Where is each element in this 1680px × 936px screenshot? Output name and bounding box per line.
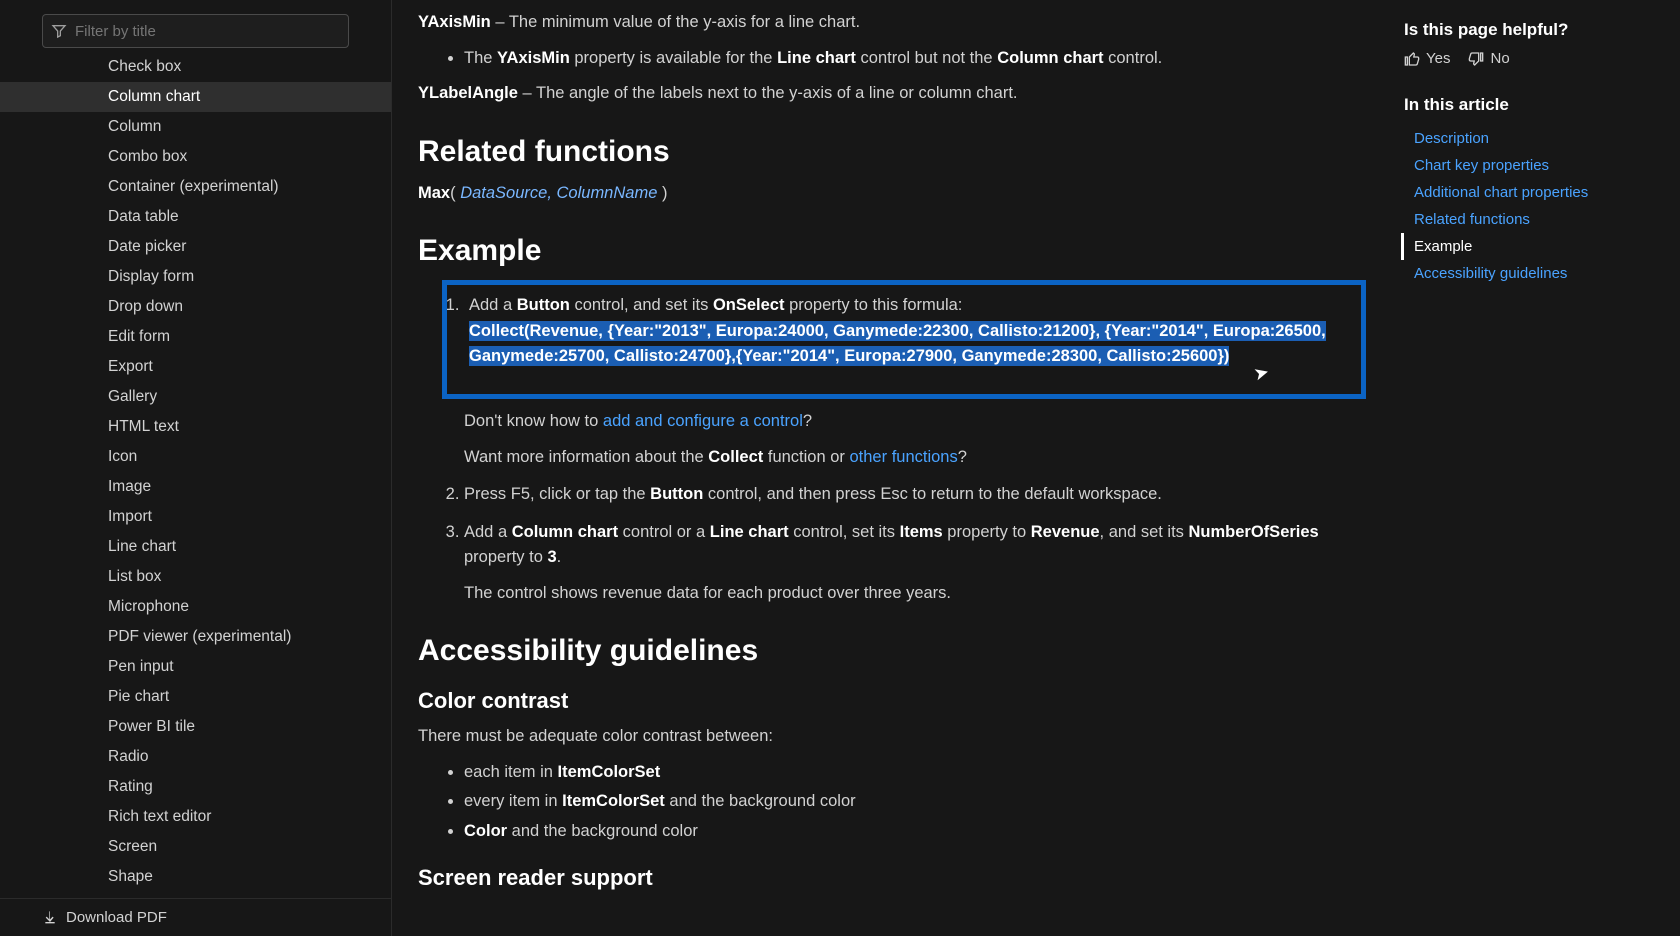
nav-item[interactable]: Gallery <box>0 382 391 412</box>
nav-item[interactable]: Check box <box>0 58 391 82</box>
toc-list: DescriptionChart key propertiesAdditiona… <box>1404 125 1644 287</box>
max-function-link-line: Max( DataSource, ColumnName ) <box>418 181 1366 207</box>
filter-container <box>0 14 391 58</box>
nav-item[interactable]: Radio <box>0 742 391 772</box>
nav-item[interactable]: Shape <box>0 862 391 892</box>
nav-item[interactable]: Rich text editor <box>0 802 391 832</box>
filter-input[interactable] <box>75 23 340 40</box>
nav-item[interactable]: Screen <box>0 832 391 862</box>
nav-item[interactable]: Pie chart <box>0 682 391 712</box>
right-rail: Is this page helpful? Yes No In this art… <box>1392 0 1680 936</box>
color-contrast-list: each item in ItemColorSet every item in … <box>418 760 1366 845</box>
toc-item[interactable]: Related functions <box>1404 206 1644 233</box>
toc-item[interactable]: Description <box>1404 125 1644 152</box>
nav-item[interactable]: Combo box <box>0 142 391 172</box>
nav-list[interactable]: Check boxColumn chartColumnCombo boxCont… <box>0 58 391 898</box>
heading-accessibility: Accessibility guidelines <box>418 634 1366 668</box>
example-steps: Add a Button control, and set its OnSele… <box>418 280 1366 606</box>
nav-item[interactable]: Line chart <box>0 532 391 562</box>
thumbs-up-icon <box>1404 51 1420 67</box>
toc-item[interactable]: Example <box>1401 233 1644 260</box>
toc-item[interactable]: Additional chart properties <box>1404 179 1644 206</box>
items-link[interactable]: Items <box>900 523 943 541</box>
cursor-icon: ➤ <box>1251 359 1273 390</box>
nav-item[interactable]: Export <box>0 352 391 382</box>
nav-item[interactable]: List box <box>0 562 391 592</box>
toc-item[interactable]: Accessibility guidelines <box>1404 260 1644 287</box>
example-step-1: Add a Button control, and set its OnSele… <box>464 280 1366 470</box>
nav-item[interactable]: Pen input <box>0 652 391 682</box>
yaxismin-paragraph: YAxisMin – The minimum value of the y-ax… <box>418 10 1366 36</box>
nav-item[interactable]: Drop down <box>0 292 391 322</box>
heading-screen-reader: Screen reader support <box>418 865 1366 891</box>
download-icon <box>42 910 58 926</box>
ylabelangle-paragraph: YLabelAngle – The angle of the labels ne… <box>418 81 1366 107</box>
nav-item[interactable]: Container (experimental) <box>0 172 391 202</box>
nav-item[interactable]: Power BI tile <box>0 712 391 742</box>
toc-item[interactable]: Chart key properties <box>1404 152 1644 179</box>
example-step-2: Press F5, click or tap the Button contro… <box>464 482 1366 508</box>
heading-related-functions: Related functions <box>418 135 1366 169</box>
heading-color-contrast: Color contrast <box>418 688 1366 714</box>
heading-example: Example <box>418 234 1366 268</box>
yaxismin-note: The YAxisMin property is available for t… <box>464 46 1366 72</box>
nav-item[interactable]: Microphone <box>0 592 391 622</box>
button-link-2[interactable]: Button <box>650 485 703 503</box>
download-label: Download PDF <box>66 909 167 926</box>
nav-item[interactable]: Image <box>0 472 391 502</box>
example-step-3: Add a Column chart control or a Line cha… <box>464 520 1366 607</box>
button-link[interactable]: Button <box>517 296 570 314</box>
nav-item[interactable]: Icon <box>0 442 391 472</box>
max-link[interactable]: Max <box>418 184 450 202</box>
color-contrast-intro: There must be adequate color contrast be… <box>418 724 1366 750</box>
nav-item[interactable]: Slider <box>0 892 391 898</box>
sidebar: Check boxColumn chartColumnCombo boxCont… <box>0 0 392 936</box>
feedback-no-button[interactable]: No <box>1468 50 1509 67</box>
add-configure-link[interactable]: add and configure a control <box>603 412 803 430</box>
onselect-link[interactable]: OnSelect <box>713 296 785 314</box>
nav-item[interactable]: Import <box>0 502 391 532</box>
filter-icon <box>51 23 67 39</box>
filter-box[interactable] <box>42 14 349 48</box>
download-pdf-button[interactable]: Download PDF <box>0 898 391 936</box>
other-functions-link[interactable]: other functions <box>850 448 958 466</box>
feedback-row: Yes No <box>1404 50 1644 67</box>
collect-link[interactable]: Collect <box>708 448 763 466</box>
nav-item[interactable]: Column <box>0 112 391 142</box>
selected-formula: Collect(Revenue, {Year:"2013", Europa:24… <box>469 321 1326 367</box>
nav-item[interactable]: Date picker <box>0 232 391 262</box>
thumbs-down-icon <box>1468 51 1484 67</box>
selection-highlight-box: Add a Button control, and set its OnSele… <box>442 280 1366 399</box>
nav-item[interactable]: Column chart <box>0 82 391 112</box>
article-body: YAxisMin – The minimum value of the y-ax… <box>392 0 1392 936</box>
color-link[interactable]: Color <box>464 822 507 840</box>
feedback-yes-button[interactable]: Yes <box>1404 50 1450 67</box>
nav-item[interactable]: Rating <box>0 772 391 802</box>
nav-item[interactable]: HTML text <box>0 412 391 442</box>
helpful-heading: Is this page helpful? <box>1404 20 1644 40</box>
nav-item[interactable]: PDF viewer (experimental) <box>0 622 391 652</box>
nav-item[interactable]: Edit form <box>0 322 391 352</box>
nav-item[interactable]: Display form <box>0 262 391 292</box>
in-this-article-heading: In this article <box>1404 95 1644 115</box>
nav-item[interactable]: Data table <box>0 202 391 232</box>
